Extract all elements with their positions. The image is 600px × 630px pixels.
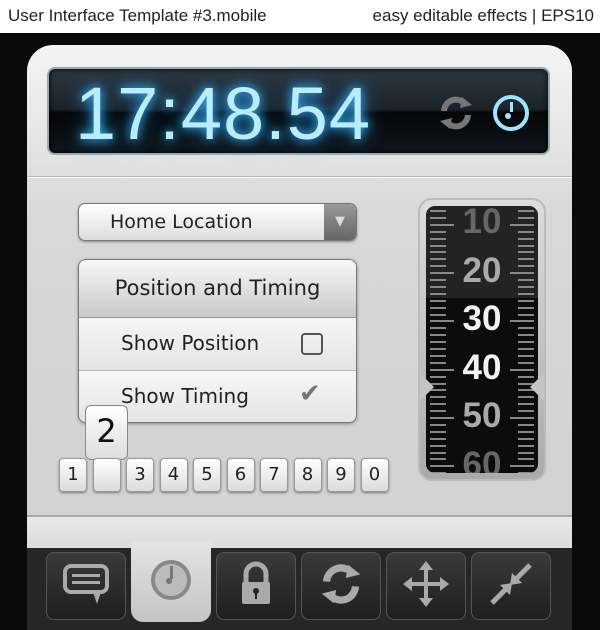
ruler-tick (430, 292, 446, 295)
chevron-down-icon[interactable]: ▼ (324, 204, 356, 240)
tab-lock[interactable] (216, 552, 296, 620)
stopwatch-icon[interactable] (489, 91, 533, 135)
ruler-indicator-left (420, 373, 434, 401)
key-0[interactable]: 0 (360, 458, 389, 492)
ruler-label: 40 (462, 347, 502, 387)
key-1[interactable]: 1 (59, 458, 87, 492)
key-9[interactable]: 9 (327, 458, 355, 492)
tab-sync[interactable] (301, 552, 381, 620)
ruler-tick (430, 244, 446, 247)
ruler-tick (518, 341, 534, 344)
show-position-label: Show Position (121, 331, 260, 355)
value-ruler[interactable]: 10 20 30 40 50 60 (418, 198, 546, 481)
ruler-tick (430, 437, 446, 440)
key-6[interactable]: 6 (226, 458, 255, 492)
tab-chat[interactable] (46, 552, 126, 620)
bottom-strip (27, 515, 572, 548)
template-title: User Interface Template #3.mobile (8, 6, 267, 25)
time-readout: 17:48.54 (75, 72, 372, 155)
lock-icon (236, 560, 276, 612)
ruler-tick (430, 341, 446, 344)
key-7[interactable]: 7 (260, 458, 288, 492)
dropdown-value: Home Location (110, 211, 253, 233)
ruler-label: 30 (462, 299, 502, 338)
show-timing-checkmark-icon[interactable]: ✔ (299, 379, 321, 409)
refresh-icon[interactable] (434, 91, 478, 135)
ruler-label: 50 (462, 396, 502, 435)
tab-move[interactable] (386, 552, 466, 620)
clock-display: 17:48.54 (47, 67, 550, 155)
settings-card: Position and Timing Show Position Show T… (78, 259, 357, 423)
tab-stopwatch[interactable] (131, 542, 211, 622)
key-2[interactable] (92, 458, 121, 492)
key-8[interactable]: 8 (293, 458, 322, 492)
tab-bar (27, 542, 572, 630)
ruler-label: 20 (462, 250, 502, 290)
stopwatch-icon (149, 558, 193, 606)
ruler-label: 60 (462, 444, 502, 474)
template-subtitle: easy editable effects | EPS10 (372, 6, 594, 25)
tab-collapse[interactable] (471, 552, 551, 620)
show-timing-label: Show Timing (121, 384, 249, 408)
collapse-icon (486, 559, 536, 613)
divider (27, 176, 572, 178)
key-3[interactable]: 3 (126, 458, 154, 492)
ruler-tick (518, 292, 534, 295)
show-position-checkbox[interactable] (301, 333, 323, 355)
key-5[interactable]: 5 (193, 458, 221, 492)
key-4[interactable]: 4 (159, 458, 188, 492)
location-dropdown[interactable]: Home Location ▼ (78, 203, 357, 241)
move-icon (401, 559, 451, 613)
ruler-label: 10 (462, 206, 502, 241)
ruler-tick (518, 244, 534, 247)
ruler-indicator-right (530, 373, 544, 401)
pressed-key-popup: 2 (85, 405, 128, 460)
settings-title: Position and Timing (79, 260, 356, 318)
sync-icon (317, 560, 365, 612)
chat-icon (59, 560, 113, 612)
ruler-tick (518, 437, 534, 440)
show-position-row[interactable]: Show Position (79, 318, 356, 371)
